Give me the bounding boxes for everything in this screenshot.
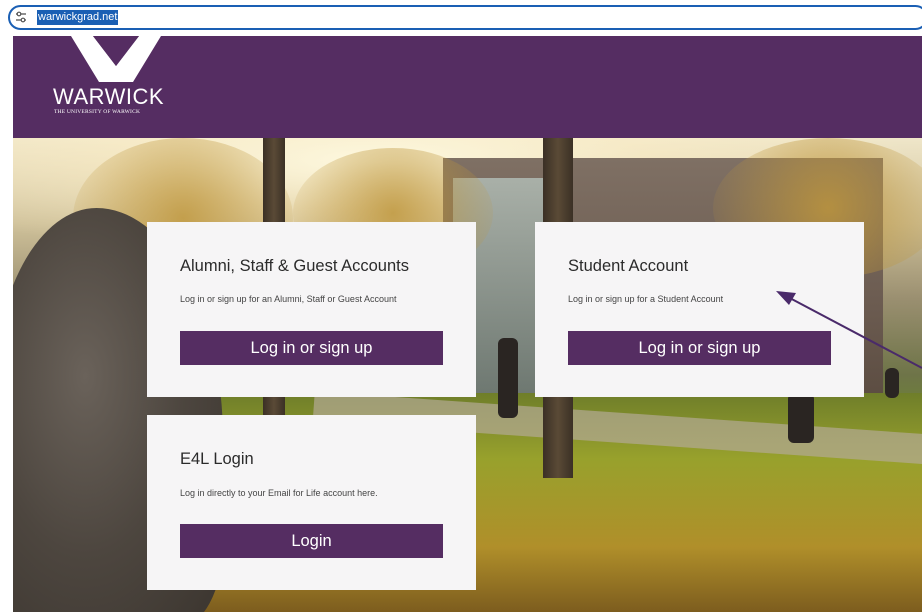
url-text[interactable]: warwickgrad.net [37,10,119,25]
site-header: WARWICK THE UNIVERSITY OF WARWICK [13,36,922,138]
warwick-logo[interactable]: WARWICK THE UNIVERSITY OF WARWICK [53,36,183,126]
alumni-login-signup-button[interactable]: Log in or sign up [180,331,443,365]
browser-address-bar: warwickgrad.net [0,0,922,36]
e4l-card-title: E4L Login [180,450,254,468]
logo-subtitle: THE UNIVERSITY OF WARWICK [54,109,141,115]
e4l-login-card: E4L Login Log in directly to your Email … [147,415,476,590]
warwick-logo-mark-icon [71,36,161,82]
e4l-card-description: Log in directly to your Email for Life a… [180,488,378,498]
student-login-signup-button[interactable]: Log in or sign up [568,331,831,365]
tune-icon[interactable] [14,9,28,25]
alumni-card-description: Log in or sign up for an Alumni, Staff o… [180,294,397,304]
student-account-card: Student Account Log in or sign up for a … [535,222,864,397]
url-field[interactable]: warwickgrad.net [8,5,922,30]
alumni-card-title: Alumni, Staff & Guest Accounts [180,257,409,275]
alumni-account-card: Alumni, Staff & Guest Accounts Log in or… [147,222,476,397]
e4l-login-button[interactable]: Login [180,524,443,558]
student-card-title: Student Account [568,257,689,275]
pedestrian [498,338,518,418]
logo-wordmark: WARWICK [53,84,165,109]
pedestrian [788,393,814,443]
pedestrian [885,368,899,398]
student-card-description: Log in or sign up for a Student Account [568,294,724,304]
